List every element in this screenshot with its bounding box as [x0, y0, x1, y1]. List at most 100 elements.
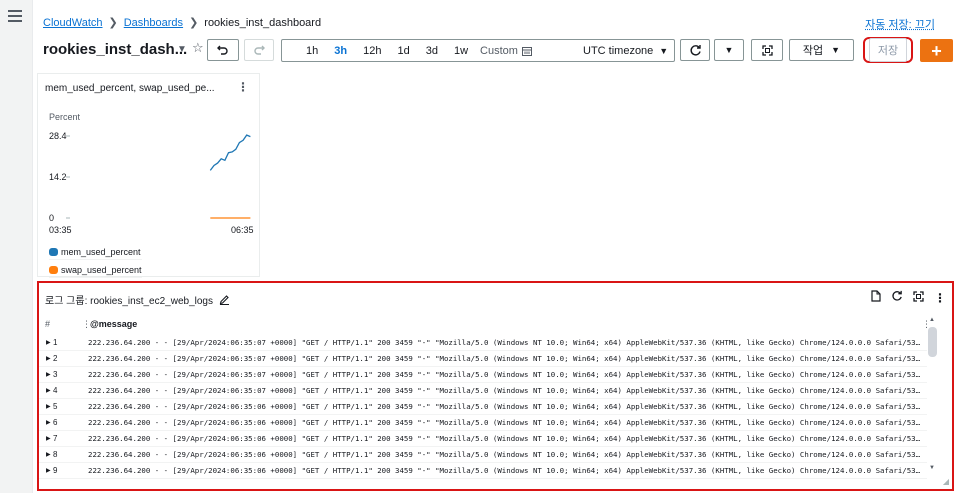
log-row-message: 222.236.64.200 - - [29/Apr/2024:06:35:07…: [88, 370, 924, 379]
line-chart: 28.4 14.2 0 03:35 06:35: [49, 131, 254, 235]
timezone-dropdown[interactable]: UTC timezone ▼: [576, 39, 675, 62]
expand-row-icon[interactable]: ▶: [46, 387, 52, 394]
legend-swatch: [49, 265, 58, 274]
log-row[interactable]: ▶ 2 222.236.64.200 - - [29/Apr/2024:06:35:…: [39, 351, 927, 367]
log-row-message: 222.236.64.200 - - [29/Apr/2024:06:35:06…: [88, 466, 924, 475]
more-options-icon[interactable]: ⋮: [237, 80, 249, 94]
log-row-index: 2: [53, 354, 58, 363]
log-row[interactable]: ▶ 9 222.236.64.200 - - [29/Apr/2024:06:35:…: [39, 463, 927, 479]
log-group-title: 로그 그룹: rookies_inst_ec2_web_logs: [45, 296, 213, 307]
refresh-icon: [689, 44, 701, 55]
file-icon[interactable]: [871, 290, 881, 305]
log-row-index: 6: [53, 418, 58, 427]
hamburger-menu-icon[interactable]: [8, 10, 22, 22]
log-row-index: 7: [53, 434, 58, 443]
log-row[interactable]: ▶ 1 222.236.64.200 - - [29/Apr/2024:06:35:…: [39, 335, 927, 351]
log-row[interactable]: ▶ 7 222.236.64.200 - - [29/Apr/2024:06:35:…: [39, 431, 927, 447]
chart-legend: mem_used_percent swap_used_percent: [49, 244, 142, 280]
column-header-index: #: [45, 319, 51, 329]
expand-row-icon[interactable]: ▶: [46, 451, 52, 458]
more-options-icon[interactable]: ⋮: [934, 291, 946, 305]
page-title: rookies_inst_dash...: [43, 41, 188, 58]
caret-down-icon: ▼: [724, 45, 734, 55]
y-tick-label: 0: [49, 213, 54, 223]
time-option-1h[interactable]: 1h: [298, 45, 326, 57]
log-row-index: 8: [53, 450, 58, 459]
y-tick-label: 28.4: [49, 131, 67, 141]
refresh-button[interactable]: [680, 39, 710, 61]
main-panel: CloudWatch ❯ Dashboards ❯ rookies_inst_d…: [32, 0, 965, 493]
breadcrumb-dashboards-link[interactable]: Dashboards: [124, 17, 183, 29]
time-option-12h[interactable]: 12h: [355, 45, 389, 57]
scroll-up-icon[interactable]: ▲: [929, 317, 935, 323]
log-row-message: 222.236.64.200 - - [29/Apr/2024:06:35:07…: [88, 338, 924, 347]
chevron-right-icon: ❯: [108, 17, 118, 29]
resize-handle-icon[interactable]: ◢: [943, 477, 949, 486]
refresh-options-dropdown[interactable]: ▼: [714, 39, 744, 61]
log-row[interactable]: ▶ 8 222.236.64.200 - - [29/Apr/2024:06:35:…: [39, 447, 927, 463]
redo-icon: [254, 45, 265, 55]
expand-row-icon[interactable]: ▶: [46, 371, 52, 378]
fullscreen-icon[interactable]: [913, 290, 924, 305]
scrollbar-thumb[interactable]: [928, 327, 937, 357]
fullscreen-button[interactable]: [751, 39, 783, 61]
expand-row-icon[interactable]: ▶: [46, 339, 52, 346]
widget-title: mem_used_percent, swap_used_pe...: [45, 83, 215, 94]
expand-row-icon[interactable]: ▶: [46, 435, 52, 442]
time-option-1d[interactable]: 1d: [389, 45, 417, 57]
breadcrumb-cloudwatch-link[interactable]: CloudWatch: [43, 17, 103, 29]
log-row-index: 4: [53, 386, 58, 395]
caret-down-icon: ▼: [831, 45, 841, 55]
fullscreen-icon: [761, 44, 773, 56]
autosave-toggle-link[interactable]: 자동 저장: 끄기: [865, 16, 935, 32]
breadcrumb-current: rookies_inst_dashboard: [204, 16, 322, 29]
legend-label: swap_used_percent: [61, 264, 142, 275]
legend-item-swap[interactable]: swap_used_percent: [49, 262, 142, 278]
log-row[interactable]: ▶ 6 222.236.64.200 - - [29/Apr/2024:06:35:…: [39, 415, 927, 431]
log-widget-header: 로그 그룹: rookies_inst_ec2_web_logs: [45, 292, 230, 307]
expand-row-icon[interactable]: ▶: [46, 355, 52, 362]
calendar-icon: [521, 46, 532, 56]
redo-button[interactable]: [244, 39, 274, 61]
log-row[interactable]: ▶ 3 222.236.64.200 - - [29/Apr/2024:06:35:…: [39, 367, 927, 383]
legend-item-mem[interactable]: mem_used_percent: [49, 244, 142, 260]
log-widget: 로그 그룹: rookies_inst_ec2_web_logs ⋮ # ⋮ @…: [37, 281, 954, 491]
save-button[interactable]: 저장: [863, 37, 913, 63]
caret-down-icon[interactable]: ▼: [177, 44, 187, 55]
legend-swatch: [49, 247, 58, 256]
expand-row-icon[interactable]: ▶: [46, 419, 52, 426]
log-row-index: 5: [53, 402, 58, 411]
log-row-message: 222.236.64.200 - - [29/Apr/2024:06:35:07…: [88, 354, 924, 363]
log-row-message: 222.236.64.200 - - [29/Apr/2024:06:35:06…: [88, 402, 924, 411]
log-widget-toolbar: ⋮: [871, 290, 946, 305]
time-option-3h[interactable]: 3h: [326, 45, 355, 57]
star-favorite-icon[interactable]: ☆: [192, 40, 204, 56]
x-tick-label: 06:35: [231, 225, 254, 235]
time-option-3d[interactable]: 3d: [418, 45, 446, 57]
log-row[interactable]: ▶ 4 222.236.64.200 - - [29/Apr/2024:06:35:…: [39, 383, 927, 399]
undo-icon: [217, 45, 228, 55]
metric-widget: mem_used_percent, swap_used_pe... ⋮ Perc…: [37, 73, 260, 280]
scroll-down-icon[interactable]: ▼: [929, 465, 935, 471]
caret-down-icon: ▼: [659, 45, 669, 56]
log-row[interactable]: ▶ 5 222.236.64.200 - - [29/Apr/2024:06:35:…: [39, 399, 927, 415]
custom-time-button[interactable]: Custom: [480, 45, 532, 57]
add-widget-button[interactable]: +: [920, 39, 953, 62]
time-option-1w[interactable]: 1w: [446, 45, 476, 57]
log-row-message: 222.236.64.200 - - [29/Apr/2024:06:35:06…: [88, 434, 924, 443]
expand-row-icon[interactable]: ▶: [46, 403, 52, 410]
y-axis-unit-label: Percent: [49, 112, 81, 122]
refresh-icon[interactable]: [891, 290, 903, 305]
series-line-mem_used_percent[interactable]: [209, 134, 251, 171]
undo-button[interactable]: [207, 39, 239, 61]
actions-dropdown[interactable]: 작업 ▼: [789, 39, 854, 61]
log-rows: ▶ 1 222.236.64.200 - - [29/Apr/2024:06:35:…: [39, 335, 927, 479]
time-range-selector: 1h 3h 12h 1d 3d 1w Custom: [281, 39, 604, 62]
legend-label: mem_used_percent: [61, 246, 141, 257]
log-row-index: 1: [53, 338, 58, 347]
log-row-index: 9: [53, 466, 58, 475]
edit-pencil-icon[interactable]: [219, 294, 230, 305]
expand-row-icon[interactable]: ▶: [46, 467, 52, 474]
actions-label: 작업: [802, 45, 824, 57]
column-header-message[interactable]: @message: [90, 319, 137, 329]
